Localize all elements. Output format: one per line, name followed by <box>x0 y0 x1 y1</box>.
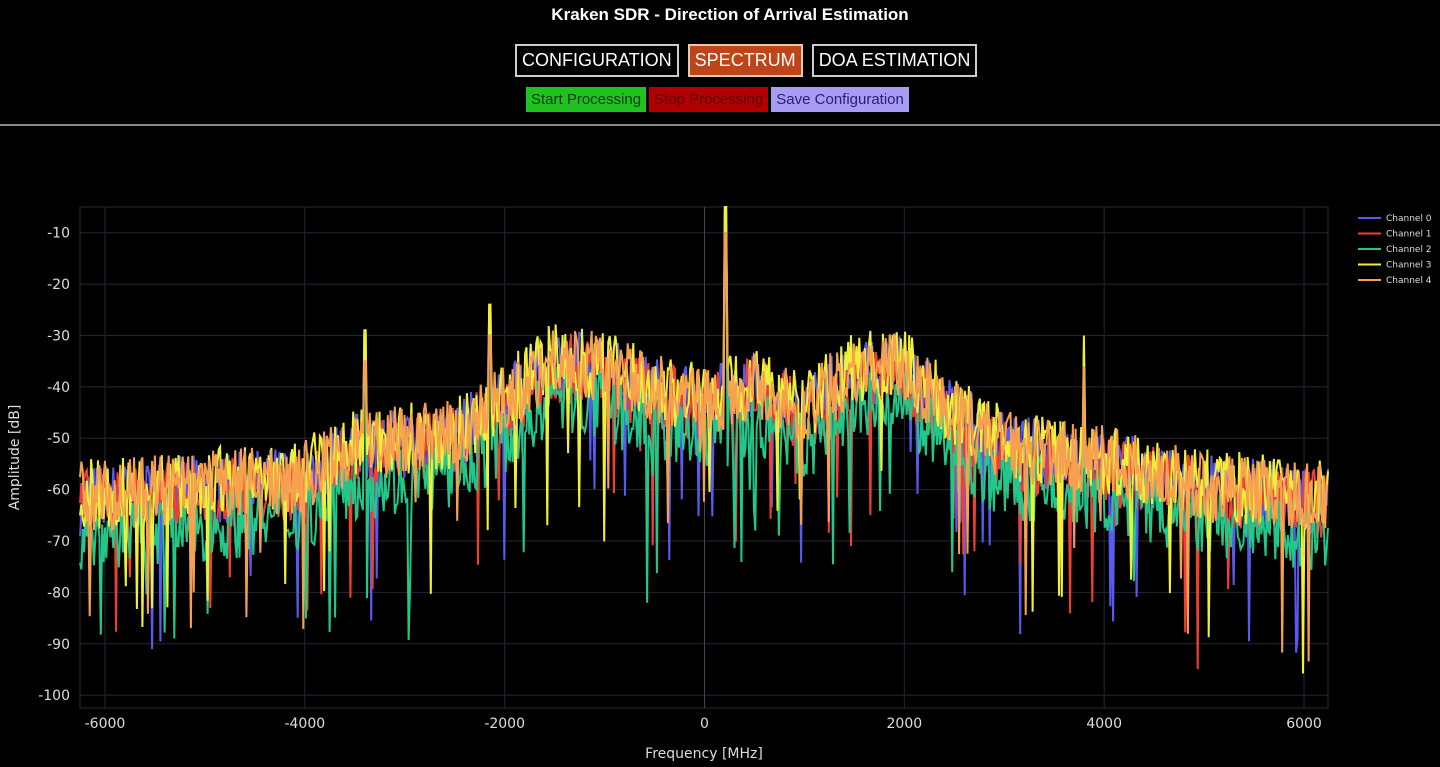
x-tick-label: -4000 <box>284 716 325 732</box>
x-tick-label: 6000 <box>1286 716 1322 732</box>
legend-item-label: Channel 1 <box>1386 230 1432 240</box>
y-tick-label: -20 <box>47 277 70 293</box>
y-tick-label: -100 <box>38 688 70 704</box>
x-tick-label: 0 <box>700 716 709 732</box>
legend-item-label: Channel 4 <box>1386 276 1432 286</box>
x-tick-label: 4000 <box>1086 716 1122 732</box>
spectrum-chart: -10 -20 -30 -40 -50 -60 -70 -80 -90 -100 -6000 -400… <box>7 206 1432 762</box>
y-tick-label: -10 <box>47 226 70 242</box>
legend-item-label: Channel 0 <box>1386 214 1432 224</box>
x-tick-label: 2000 <box>887 716 923 732</box>
y-tick-label: -30 <box>47 328 70 344</box>
legend-item-label: Channel 2 <box>1386 245 1432 255</box>
y-tick-label: -70 <box>47 534 70 550</box>
y-tick-label: -90 <box>47 637 70 653</box>
y-tick-label: -50 <box>47 431 70 447</box>
x-tick-label: -6000 <box>85 716 126 732</box>
y-tick-label: -60 <box>47 483 70 499</box>
y-tick-label: -80 <box>47 585 70 601</box>
x-tick-label: -2000 <box>484 716 525 732</box>
y-axis-label: Amplitude [dB] <box>7 405 23 511</box>
x-axis-label: Frequency [MHz] <box>645 746 763 762</box>
legend-item-label: Channel 3 <box>1386 261 1432 271</box>
y-tick-label: -40 <box>47 380 70 396</box>
